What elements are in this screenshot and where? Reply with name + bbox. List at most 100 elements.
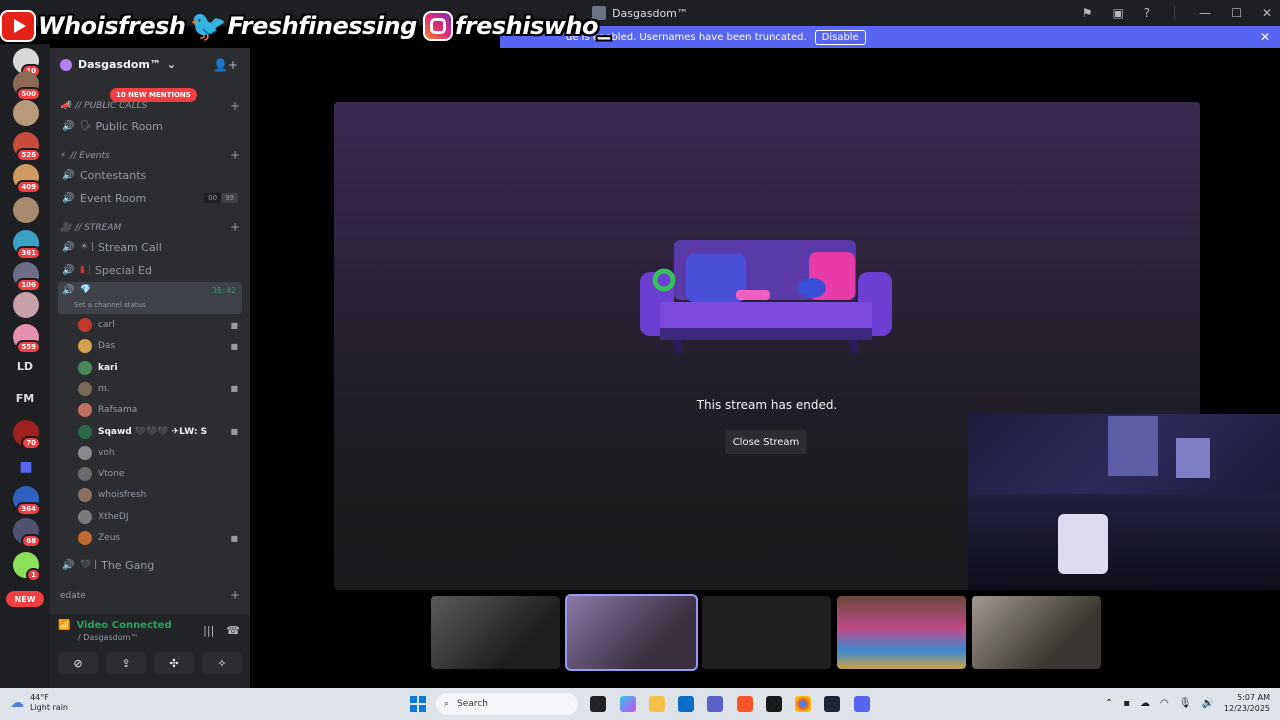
server-icon[interactable]: 106: [13, 262, 41, 292]
category-public-calls[interactable]: 📣 // PUBLIC CALLS: [60, 101, 147, 111]
channel-public-room[interactable]: 🔊 🗣 Public Room: [58, 116, 242, 136]
task-view-icon[interactable]: [590, 696, 606, 712]
voice-user[interactable]: Zeus ■: [78, 528, 242, 548]
speaker-icon: 🔊: [62, 169, 75, 181]
participant-tile[interactable]: [972, 596, 1101, 669]
server-icon[interactable]: 409: [13, 164, 41, 194]
server-icon[interactable]: 559: [13, 324, 41, 354]
participant-tile[interactable]: [565, 594, 698, 671]
speaker-icon: 🔊: [62, 264, 75, 276]
close-banner-icon[interactable]: ✕: [1260, 30, 1270, 44]
voice-user[interactable]: whoisfresh: [78, 485, 242, 505]
voice-user[interactable]: m. ■: [78, 379, 242, 399]
noise-suppression-icon[interactable]: |||: [203, 624, 214, 637]
app-icon[interactable]: [766, 696, 782, 712]
taskbar-search[interactable]: ⌕ Search: [436, 693, 578, 715]
wifi-icon[interactable]: ◠: [1160, 698, 1169, 709]
copilot-icon[interactable]: [620, 696, 636, 712]
maximize-button[interactable]: ☐: [1231, 6, 1242, 20]
voice-channel-label[interactable]: / Dasgasdom™: [78, 633, 138, 642]
chrome-icon[interactable]: [795, 696, 811, 712]
clock[interactable]: 5:07 AM 12/23/2025: [1224, 692, 1270, 714]
category-edate[interactable]: edate: [60, 591, 86, 601]
server-icon[interactable]: 500: [13, 71, 41, 101]
server-icon[interactable]: [13, 197, 39, 223]
invite-people-icon[interactable]: 👤+: [213, 58, 238, 72]
help-icon[interactable]: ?: [1144, 6, 1150, 20]
channel-active-voice[interactable]: 🔊 💎 35:42 Set a channel status: [58, 282, 242, 314]
volume-icon[interactable]: 🔊: [1201, 698, 1213, 709]
avatar: [78, 488, 92, 503]
search-icon: ⌕: [444, 699, 450, 709]
tray-app-icon[interactable]: ▪: [1123, 698, 1130, 709]
flag-icon[interactable]: ⚑: [1082, 6, 1093, 20]
disconnect-icon[interactable]: ☎: [226, 624, 240, 637]
avatar: [78, 403, 92, 418]
file-explorer-icon[interactable]: [649, 696, 665, 712]
channel-the-gang[interactable]: 🔊 🖤 | The Gang: [58, 555, 242, 575]
screen-share-button[interactable]: ⇪: [106, 652, 146, 674]
server-header[interactable]: Dasgasdom™ ⌄: [60, 58, 176, 71]
voice-user[interactable]: kari: [78, 358, 242, 378]
server-icon[interactable]: 361: [13, 230, 41, 260]
add-channel-icon[interactable]: +: [230, 148, 240, 162]
new-mentions-badge[interactable]: 10 NEW MENTIONS: [110, 88, 197, 102]
voice-user[interactable]: voh: [78, 443, 242, 463]
chevron-up-icon[interactable]: ⌃: [1105, 698, 1113, 709]
server-fm[interactable]: FM: [8, 392, 42, 405]
channel-label: Contestants: [80, 168, 147, 182]
server-icon[interactable]: 364: [13, 486, 41, 516]
mention-badge: 526: [16, 148, 41, 162]
disable-streamer-mode-button[interactable]: Disable: [814, 29, 866, 45]
inbox-icon[interactable]: ▣: [1112, 6, 1123, 20]
server-icon[interactable]: 70: [13, 420, 41, 450]
voice-user[interactable]: Rafsama: [78, 400, 242, 420]
channel-special-ed[interactable]: 🔊 ▮ | Special Ed: [58, 260, 242, 280]
server-icon[interactable]: 1: [13, 552, 41, 582]
streamer-mode-banner: de is enabled. Usernames have been trunc…: [500, 26, 1280, 48]
channel-sidebar: Dasgasdom™ ⌄ 👤+ 📣 // PUBLIC CALLS + 10 N…: [50, 48, 250, 688]
voice-user[interactable]: XtheDJ: [78, 507, 242, 527]
voice-user[interactable]: carl ■: [78, 315, 242, 335]
store-icon[interactable]: [678, 696, 694, 712]
channel-contestants[interactable]: 🔊 Contestants: [58, 165, 242, 185]
category-stream[interactable]: 🎥 // STREAM: [60, 223, 121, 233]
microphone-icon[interactable]: 🎙: [1179, 698, 1192, 709]
server-icon[interactable]: [13, 100, 39, 126]
minimize-button[interactable]: —: [1199, 6, 1211, 20]
add-channel-icon[interactable]: +: [230, 220, 240, 234]
channel-status[interactable]: Set a channel status: [74, 301, 146, 309]
server-icon: [60, 58, 72, 71]
voice-status[interactable]: 📶 Video Connected: [58, 620, 172, 631]
steam-icon[interactable]: [824, 696, 840, 712]
category-events[interactable]: ⚡ // Events: [60, 151, 110, 161]
voice-user[interactable]: Sqawd 🖤🖤🖤 ✈LW: S ■: [78, 422, 242, 442]
participant-tile[interactable]: [431, 596, 560, 669]
network-icon[interactable]: ☁: [1140, 698, 1150, 709]
weather-widget[interactable]: ☁ 44°F Light rain: [10, 693, 68, 713]
close-stream-button[interactable]: Close Stream: [725, 430, 807, 454]
start-button[interactable]: [410, 696, 426, 712]
server-icon[interactable]: ■: [13, 454, 39, 480]
server-icon[interactable]: 526: [13, 132, 41, 162]
activities-button[interactable]: ✣: [154, 652, 194, 674]
teams-icon[interactable]: [707, 696, 723, 712]
new-unreads-pill[interactable]: NEW: [6, 591, 44, 607]
server-icon[interactable]: [13, 292, 39, 318]
add-channel-icon[interactable]: +: [230, 588, 240, 602]
participant-tile[interactable]: [837, 596, 966, 669]
voice-user[interactable]: Vtone: [78, 464, 242, 484]
channel-label: The Gang: [101, 558, 155, 572]
server-icon[interactable]: 68: [13, 518, 41, 548]
server-ld[interactable]: LD: [8, 360, 42, 373]
voice-user[interactable]: Das ■: [78, 336, 242, 356]
soundboard-button[interactable]: ✧: [202, 652, 242, 674]
camera-off-button[interactable]: ⊘: [58, 652, 98, 674]
channel-stream-call[interactable]: 🔊 ☀ | Stream Call: [58, 237, 242, 257]
brave-icon[interactable]: [737, 696, 753, 712]
discord-icon[interactable]: [854, 696, 870, 712]
close-window-button[interactable]: ✕: [1262, 6, 1272, 20]
participant-tile[interactable]: [702, 596, 831, 669]
add-channel-icon[interactable]: +: [230, 99, 240, 113]
channel-event-room[interactable]: 🔊 Event Room 00 99: [58, 188, 242, 208]
